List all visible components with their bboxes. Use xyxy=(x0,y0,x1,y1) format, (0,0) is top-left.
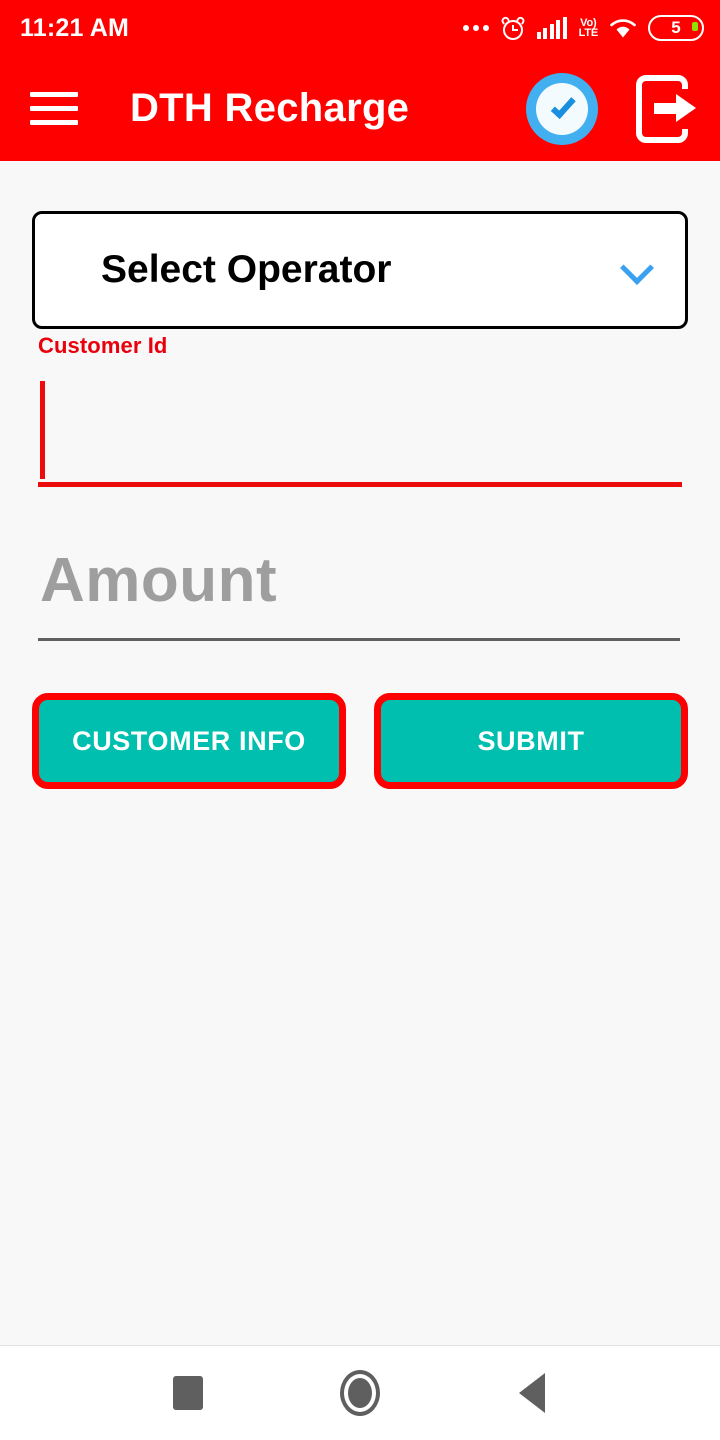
ellipsis-icon xyxy=(462,25,489,31)
alarm-clock-icon xyxy=(499,15,526,40)
customer-info-button-label: CUSTOMER INFO xyxy=(72,725,306,756)
home-circle-icon[interactable] xyxy=(330,1363,390,1423)
text-caret xyxy=(40,381,45,479)
form-content: Select Operator Customer Id Amount CUSTO… xyxy=(0,161,720,1345)
submit-button-label: SUBMIT xyxy=(477,725,585,756)
android-navigation-bar xyxy=(0,1345,720,1440)
back-triangle-icon[interactable] xyxy=(502,1363,562,1423)
customer-info-button[interactable]: CUSTOMER INFO xyxy=(32,693,346,789)
page-title: DTH Recharge xyxy=(130,86,410,130)
customer-id-label: Customer Id xyxy=(38,333,168,358)
phone-screen: 11:21 AM Vo) LTE 5 DTH Recharge Select O… xyxy=(0,0,720,1440)
amount-input[interactable]: Amount xyxy=(38,541,680,641)
status-bar-icons: Vo) LTE 5 xyxy=(462,15,704,41)
status-bar-clock: 11:21 AM xyxy=(20,13,130,42)
customer-id-field: Customer Id xyxy=(38,333,682,487)
action-button-row: CUSTOMER INFO SUBMIT xyxy=(32,693,688,789)
chevron-down-icon xyxy=(619,250,659,290)
customer-id-input[interactable] xyxy=(38,377,682,487)
verified-check-icon[interactable] xyxy=(526,72,598,145)
battery-icon: 5 xyxy=(648,15,704,41)
submit-button[interactable]: SUBMIT xyxy=(374,693,688,789)
operator-select-label: Select Operator xyxy=(101,248,392,291)
battery-level: 5 xyxy=(671,18,681,37)
amount-field: Amount xyxy=(38,541,680,641)
hamburger-menu-icon[interactable] xyxy=(30,89,80,129)
app-bar: DTH Recharge xyxy=(0,56,720,161)
volte-bottom-label: LTE xyxy=(578,27,599,39)
app-bar-actions xyxy=(526,72,698,145)
wifi-icon xyxy=(610,17,636,39)
operator-select-dropdown[interactable]: Select Operator xyxy=(32,211,688,329)
amount-placeholder: Amount xyxy=(40,546,278,615)
volte-icon: Vo) LTE xyxy=(578,17,599,39)
battery-tip xyxy=(692,22,698,31)
logout-icon[interactable] xyxy=(636,74,698,143)
cellular-signal-icon xyxy=(536,17,567,39)
status-bar: 11:21 AM Vo) LTE 5 xyxy=(0,0,720,56)
recents-square-icon[interactable] xyxy=(158,1363,218,1423)
